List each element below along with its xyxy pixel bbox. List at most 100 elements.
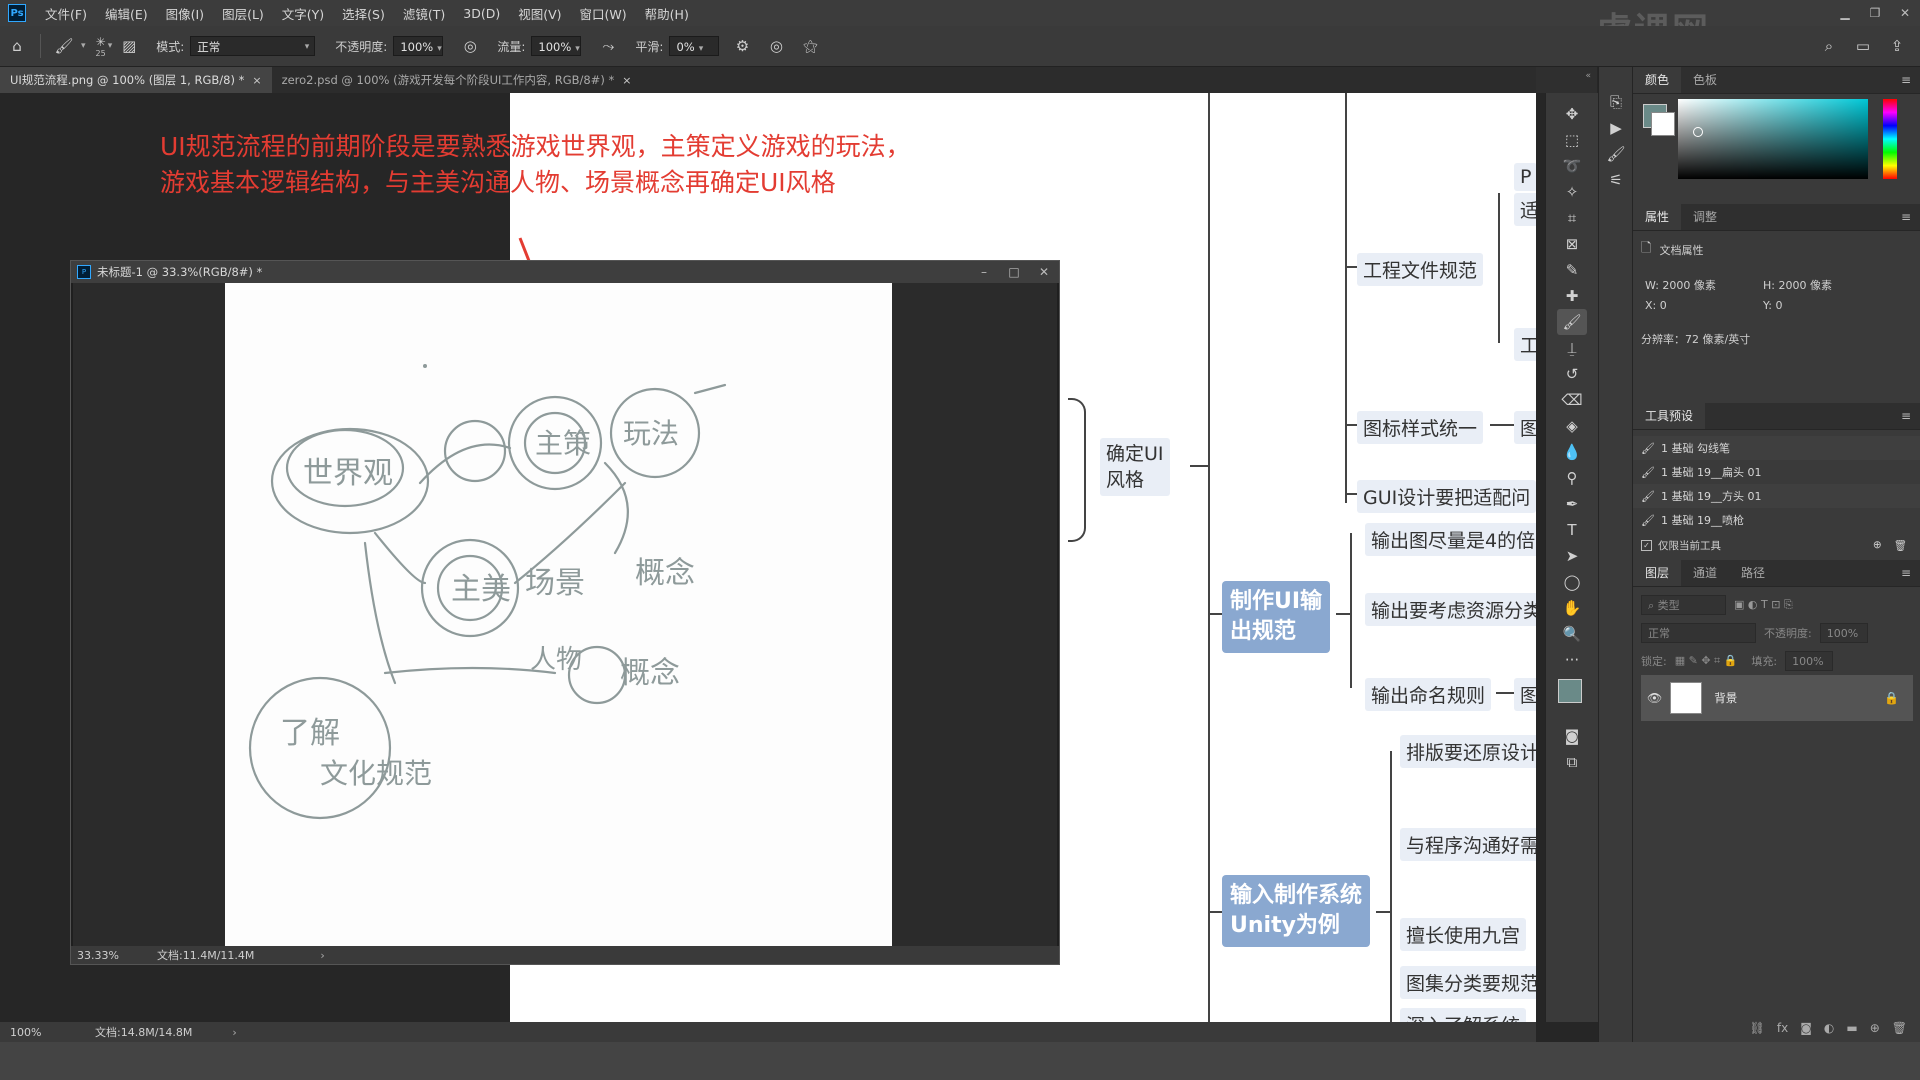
close-icon[interactable]: ✕ [1029, 261, 1059, 283]
color-swatches[interactable] [1546, 673, 1598, 723]
filter-icons[interactable]: ▣ ◐ T ⊡ ⎘ [1734, 598, 1793, 612]
mindmap-node-small[interactable]: 工 [1514, 328, 1536, 361]
mindmap-node-input-system[interactable]: 输入制作系统 Unity为例 [1222, 875, 1371, 947]
sketch-canvas[interactable]: 世界观 主策 玩法 主美 场景 概念 人物 概念 了解 文化规范 [73, 283, 1057, 946]
panel-menu-icon[interactable]: ≡ [1901, 210, 1911, 224]
x-value[interactable]: X: 0 [1645, 299, 1667, 312]
folder-icon[interactable]: ▬ [1846, 1021, 1857, 1035]
mindmap-node-output-spec[interactable]: 制作UI输 出规范 [1222, 581, 1331, 653]
mindmap-node-output-naming-tail[interactable]: 图 [1514, 678, 1536, 711]
menu-window[interactable]: 窗口(W) [571, 4, 636, 23]
flow-field[interactable]: 100% ▾ [531, 36, 582, 56]
minimize-icon[interactable]: – [969, 261, 999, 283]
close-icon[interactable]: ✕ [1890, 0, 1920, 26]
chevron-down-icon[interactable]: ▾ [81, 41, 86, 51]
preset-item[interactable]: 🖌 1 基础 勾线笔 [1633, 436, 1920, 460]
floating-document-window[interactable]: P 未标题-1 @ 33.3%(RGB/8#) * – □ ✕ 世界观 主策 玩… [70, 260, 1060, 965]
pressure-size-icon[interactable]: ◎ [763, 33, 789, 59]
floating-window-titlebar[interactable]: P 未标题-1 @ 33.3%(RGB/8#) * – □ ✕ [71, 261, 1059, 283]
hue-slider[interactable] [1883, 99, 1897, 179]
eye-icon[interactable]: 👁 [1647, 691, 1662, 705]
color-field[interactable] [1678, 99, 1868, 179]
menu-file[interactable]: 文件(F) [36, 4, 96, 23]
y-value[interactable]: Y: 0 [1763, 299, 1782, 312]
trash-icon[interactable]: 🗑 [1894, 539, 1907, 552]
mindmap-node-layout[interactable]: 排版要还原设计 [1400, 735, 1536, 768]
mindmap-node-p2[interactable]: 适 [1514, 193, 1536, 226]
gear-icon[interactable]: ⚙ [729, 33, 755, 59]
layer-row-background[interactable]: 👁 背景 🔒 [1641, 675, 1913, 721]
tab-properties[interactable]: 属性 [1633, 204, 1682, 230]
menu-view[interactable]: 视图(V) [509, 4, 570, 23]
actions-panel-icon[interactable]: ▶ [1602, 115, 1630, 141]
preset-item[interactable]: 🖌 1 基础 19__方头 01 [1633, 484, 1920, 508]
history-brush-tool-icon[interactable]: ↺ [1557, 361, 1587, 387]
mindmap-node-icon-style[interactable]: 图标样式统一 [1357, 411, 1484, 444]
chevron-down-icon[interactable]: ▾ [108, 41, 113, 51]
screen-mode-icon[interactable]: ⧉ [1557, 749, 1587, 775]
tab-layers[interactable]: 图层 [1633, 560, 1682, 586]
marquee-tool-icon[interactable]: ⬚ [1557, 127, 1587, 153]
stamp-tool-icon[interactable]: ⍊ [1557, 335, 1587, 361]
mindmap-node-project-files[interactable]: 工程文件规范 [1357, 253, 1484, 286]
canvas-area[interactable]: 确定UI 风格 制作UI输 出规范 输入制作系统 Unity为例 工程文件规范 … [0, 93, 1536, 1022]
panel-menu-icon[interactable]: ≡ [1901, 566, 1911, 580]
smoothing-field[interactable]: 0% ▾ [669, 36, 720, 56]
zoom-value[interactable]: 100% [10, 1026, 70, 1039]
preset-item[interactable]: 🖌 1 基础 19__扁头 01 [1633, 460, 1920, 484]
tab-color[interactable]: 颜色 [1633, 67, 1682, 93]
crop-tool-icon[interactable]: ⌗ [1557, 205, 1587, 231]
lasso-tool-icon[interactable]: ➰ [1557, 153, 1587, 179]
mindmap-node-output-category[interactable]: 输出要考虑资源分类 [1365, 593, 1536, 626]
eyedropper-tool-icon[interactable]: ✎ [1557, 257, 1587, 283]
trash-icon[interactable]: 🗑 [1892, 1021, 1907, 1035]
color-panel-background-swatch[interactable] [1651, 112, 1675, 136]
minimize-icon[interactable]: ▁ [1830, 0, 1860, 26]
zoom-tool-icon[interactable]: 🔍 [1557, 621, 1587, 647]
collapse-icon[interactable]: « [1585, 71, 1591, 81]
move-tool-icon[interactable]: ✥ [1557, 101, 1587, 127]
mindmap-node-nine-slice[interactable]: 擅长使用九宫 [1400, 918, 1527, 951]
menu-filter[interactable]: 滤镜(T) [394, 4, 454, 23]
menu-type[interactable]: 文字(Y) [273, 4, 333, 23]
workspace-icon[interactable]: ▭ [1850, 33, 1876, 59]
type-tool-icon[interactable]: T [1557, 517, 1587, 543]
airbrush-icon[interactable]: ⤳ [595, 33, 621, 59]
brush-panel-toggle-icon[interactable]: ▨ [116, 33, 142, 59]
blend-mode-select[interactable]: 正常 [1641, 623, 1756, 643]
mindmap-node-program-comm[interactable]: 与程序沟通好需 [1400, 828, 1536, 861]
quick-mask-icon[interactable]: ◙ [1557, 723, 1587, 749]
mindmap-node-output-naming[interactable]: 输出命名规则 [1365, 678, 1492, 711]
maximize-icon[interactable]: □ [999, 261, 1029, 283]
hand-tool-icon[interactable]: ✋ [1557, 595, 1587, 621]
foreground-color-swatch[interactable] [1558, 679, 1582, 703]
pen-tool-icon[interactable]: ✒ [1557, 491, 1587, 517]
tab-paths[interactable]: 路径 [1729, 560, 1777, 586]
shape-tool-icon[interactable]: ◯ [1557, 569, 1587, 595]
paint-bucket-tool-icon[interactable]: ◈ [1557, 413, 1587, 439]
panel-menu-icon[interactable]: ≡ [1901, 409, 1911, 423]
path-select-tool-icon[interactable]: ➤ [1557, 543, 1587, 569]
panel-menu-icon[interactable]: ≡ [1901, 73, 1911, 87]
frame-tool-icon[interactable]: ⊠ [1557, 231, 1587, 257]
height-value[interactable]: H: 2000 像素 [1763, 277, 1832, 293]
adjust-panel-icon[interactable]: ⚟ [1602, 167, 1630, 193]
mindmap-node-output-size[interactable]: 输出图尽量是4的倍 [1365, 523, 1536, 556]
mask-icon[interactable]: ◙ [1800, 1021, 1812, 1035]
menu-layer[interactable]: 图层(L) [213, 4, 273, 23]
fx-icon[interactable]: fx [1777, 1021, 1788, 1035]
mode-select[interactable]: 正常 ▾ [190, 36, 316, 56]
tab-swatches[interactable]: 色板 [1681, 67, 1729, 93]
restore-icon[interactable]: ❐ [1860, 0, 1890, 26]
brush-tool-icon[interactable]: 🖌 [1557, 309, 1587, 335]
brush-settings-icon[interactable]: 🖌 [1602, 141, 1630, 167]
menu-help[interactable]: 帮助(H) [636, 4, 698, 23]
new-layer-icon[interactable]: ⊕ [1870, 1021, 1880, 1035]
brush-size-picker[interactable]: ✳ 25 [96, 35, 106, 58]
more-tools-icon[interactable]: ··· [1557, 647, 1587, 673]
magic-wand-tool-icon[interactable]: ✧ [1557, 179, 1587, 205]
tab-adjustments[interactable]: 调整 [1681, 204, 1729, 230]
adjustment-icon[interactable]: ◐ [1824, 1021, 1834, 1035]
color-picker-handle[interactable] [1693, 127, 1703, 137]
mindmap-node-gui-adapt[interactable]: GUI设计要把适配问 [1357, 480, 1536, 513]
